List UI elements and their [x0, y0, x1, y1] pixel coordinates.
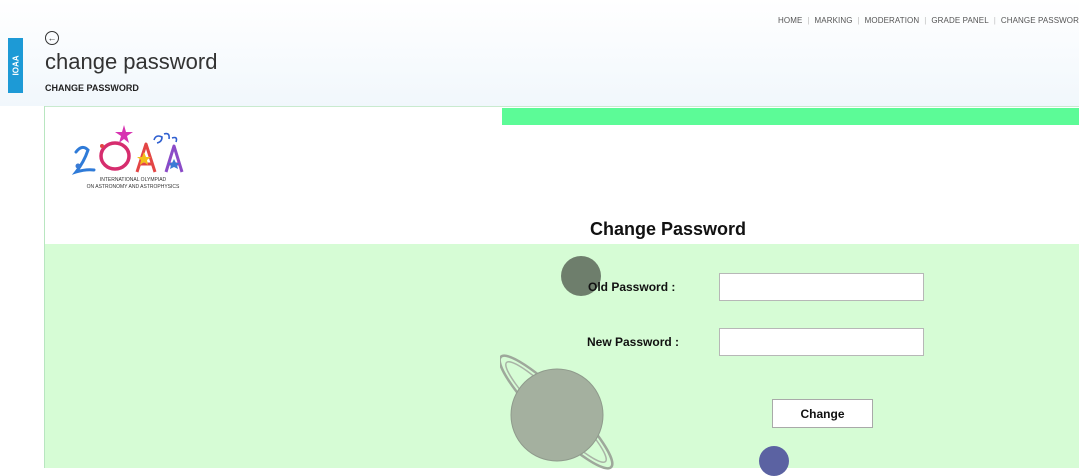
logo-caption-line2: ON ASTRONOMY AND ASTROPHYSICS [86, 184, 180, 190]
back-arrow-icon[interactable]: ← [45, 31, 59, 45]
nav-change-password[interactable]: CHANGE PASSWOR [1001, 16, 1079, 25]
nav-separator: | [857, 15, 860, 25]
new-password-input[interactable] [719, 328, 924, 356]
saturn-decoration [500, 354, 614, 470]
ioaa-side-tab[interactable]: IOAA [8, 38, 23, 93]
nav-grade-panel[interactable]: GRADE PANEL [931, 16, 988, 25]
ioaa-logo-graphic [71, 125, 184, 175]
ioaa-logo: INTERNATIONAL OLYMPIAD ON ASTRONOMY AND … [58, 122, 208, 202]
old-password-label: Old Password : [588, 280, 676, 294]
new-password-label: New Password : [587, 335, 680, 349]
moon-decoration [759, 446, 789, 476]
top-navigation: HOME | MARKING | MODERATION | GRADE PANE… [778, 13, 1079, 27]
change-password-button[interactable]: Change [772, 399, 873, 428]
header-accent-bar [502, 108, 1079, 125]
side-tab-label: IOAA [11, 55, 20, 76]
nav-separator: | [924, 15, 927, 25]
nav-home[interactable]: HOME [778, 16, 802, 25]
nav-marking[interactable]: MARKING [815, 16, 853, 25]
logo-caption-line1: INTERNATIONAL OLYMPIAD [99, 177, 167, 183]
old-password-input[interactable] [719, 273, 924, 301]
page-title: change password [45, 49, 218, 74]
form-title: Change Password [590, 219, 747, 239]
breadcrumb: CHANGE PASSWORD [45, 83, 139, 93]
nav-separator: | [807, 15, 810, 25]
nav-separator: | [993, 15, 996, 25]
nav-moderation[interactable]: MODERATION [865, 16, 920, 25]
